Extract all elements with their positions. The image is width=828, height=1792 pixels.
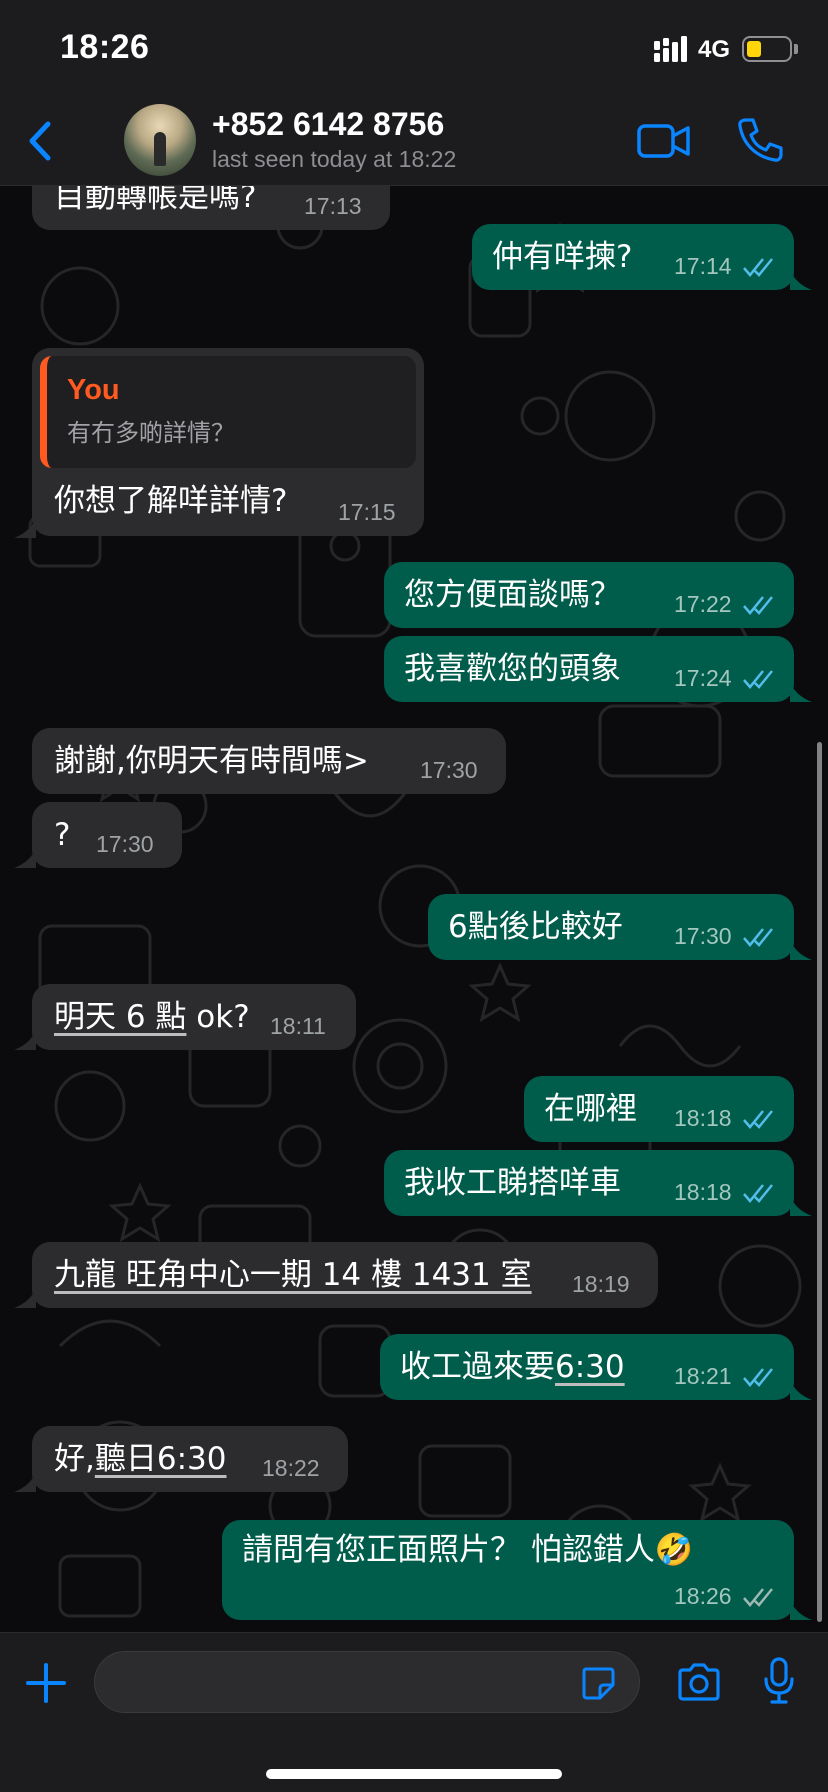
quoted-message-text: 有冇多啲詳情？ bbox=[67, 419, 235, 447]
message-text: 好,聽日6:30 bbox=[54, 1426, 226, 1492]
status-bar: 18:26 4G bbox=[0, 0, 828, 96]
message-time: 18:18 bbox=[674, 1179, 732, 1205]
read-receipt-icon bbox=[743, 1184, 773, 1203]
bubble-tail bbox=[14, 1288, 36, 1308]
read-receipt-icon bbox=[743, 1110, 773, 1129]
message-time: 18:26 bbox=[674, 1583, 732, 1609]
message-time: 18:18 bbox=[674, 1105, 732, 1131]
message-text: 謝謝,你明天有時間嗎> bbox=[54, 743, 369, 779]
message-text: 我收工睇搭咩車 bbox=[404, 1165, 621, 1201]
chat-header: +852 6142 8756 last seen today at 18:22 bbox=[0, 96, 828, 186]
bubble-tail bbox=[14, 1472, 36, 1492]
bubble-tail bbox=[790, 270, 812, 290]
phone-icon[interactable] bbox=[736, 116, 784, 164]
scrollbar[interactable] bbox=[817, 742, 822, 1622]
message-time: 18:22 bbox=[262, 1455, 320, 1481]
message-text-tail: ok? bbox=[186, 999, 250, 1035]
message-text: 明天 6 點 ok? bbox=[54, 984, 250, 1050]
message-time: 18:21 bbox=[674, 1363, 732, 1389]
message-bubble-outgoing[interactable]: 我喜歡您的頭象 17:24 bbox=[384, 636, 794, 702]
message-bubble-incoming-reply[interactable]: You 有冇多啲詳情？ 你想了解咩詳情? 17:15 bbox=[32, 348, 424, 536]
battery-cap bbox=[794, 44, 798, 54]
message-text-head: 好, bbox=[54, 1441, 95, 1477]
message-bubble-outgoing[interactable]: 您方便面談嗎？ 17:22 bbox=[384, 562, 794, 628]
message-text: 仲有咩揀? bbox=[492, 239, 633, 275]
time-link[interactable]: 聽日6:30 bbox=[95, 1441, 227, 1477]
chat-area[interactable]: 目動轉帳是嗎? 17:13 仲有咩揀? 17:14 You 有冇多啲詳情？ 你想… bbox=[0, 186, 828, 1632]
last-seen-status: last seen today at 18:22 bbox=[212, 146, 457, 172]
signal-strength-icon bbox=[654, 36, 687, 62]
video-camera-icon[interactable] bbox=[636, 118, 692, 164]
message-bubble-outgoing[interactable]: 在哪裡 18:18 bbox=[524, 1076, 794, 1142]
message-time: 18:19 bbox=[572, 1271, 630, 1297]
avatar[interactable] bbox=[124, 104, 196, 176]
bubble-tail bbox=[790, 1380, 812, 1400]
battery-icon bbox=[742, 36, 792, 62]
message-text: 在哪裡 bbox=[544, 1091, 637, 1127]
plus-icon[interactable] bbox=[24, 1661, 68, 1705]
message-text: 九龍 旺角中心一期 14 樓 1431 室 bbox=[54, 1242, 532, 1308]
message-composer bbox=[0, 1632, 828, 1792]
contact-name[interactable]: +852 6142 8756 bbox=[212, 106, 444, 143]
status-time: 18:26 bbox=[60, 28, 150, 66]
message-bubble-outgoing[interactable]: 6點後比較好 17:30 bbox=[428, 894, 794, 960]
bubble-tail bbox=[790, 682, 812, 702]
message-text: 您方便面談嗎？ bbox=[404, 577, 621, 613]
message-time: 17:30 bbox=[674, 923, 732, 949]
battery-level-fill bbox=[747, 41, 761, 57]
time-link[interactable]: 6:30 bbox=[555, 1349, 625, 1385]
bubble-tail bbox=[14, 848, 36, 868]
date-link[interactable]: 明天 6 點 bbox=[54, 999, 186, 1035]
message-time: 17:14 bbox=[674, 253, 732, 279]
message-bubble-incoming[interactable]: 好,聽日6:30 18:22 bbox=[32, 1426, 348, 1492]
message-text: 收工過來要6:30 bbox=[400, 1334, 625, 1400]
message-time: 17:30 bbox=[420, 757, 478, 783]
message-bubble-outgoing[interactable]: 收工過來要6:30 18:21 bbox=[380, 1334, 794, 1400]
message-text-head: 收工過來要 bbox=[400, 1349, 555, 1385]
read-receipt-icon bbox=[743, 670, 773, 689]
microphone-icon[interactable] bbox=[762, 1657, 796, 1705]
message-text: 我喜歡您的頭象 bbox=[404, 651, 621, 687]
message-text: ? bbox=[54, 817, 71, 853]
avatar-photo bbox=[154, 132, 166, 166]
message-time: 17:24 bbox=[674, 665, 732, 691]
bubble-tail bbox=[790, 1196, 812, 1216]
bubble-tail bbox=[14, 1030, 36, 1050]
message-input[interactable] bbox=[94, 1651, 640, 1713]
message-time: 17:15 bbox=[338, 499, 396, 525]
message-text: 目動轉帳是嗎? bbox=[54, 186, 257, 215]
message-bubble-incoming[interactable]: ? 17:30 bbox=[32, 802, 182, 868]
quoted-message[interactable]: You 有冇多啲詳情？ bbox=[40, 356, 416, 468]
message-bubble-outgoing[interactable]: 仲有咩揀? 17:14 bbox=[472, 224, 794, 290]
quoted-message-author: You bbox=[67, 374, 120, 406]
bubble-tail bbox=[790, 1600, 812, 1620]
message-time: 17:13 bbox=[304, 193, 362, 219]
message-bubble-incoming[interactable]: 明天 6 點 ok? 18:11 bbox=[32, 984, 356, 1050]
sticker-icon[interactable] bbox=[580, 1665, 616, 1701]
read-receipt-icon bbox=[743, 1368, 773, 1387]
bubble-tail bbox=[790, 940, 812, 960]
read-receipt-icon bbox=[743, 258, 773, 277]
message-time: 17:30 bbox=[96, 831, 154, 857]
camera-icon[interactable] bbox=[676, 1661, 722, 1703]
delivered-receipt-icon bbox=[743, 1588, 773, 1607]
bubble-tail bbox=[14, 518, 36, 538]
chevron-left-icon[interactable] bbox=[22, 116, 58, 166]
message-text: 6點後比較好 bbox=[448, 909, 623, 945]
network-type-label: 4G bbox=[698, 36, 731, 63]
message-bubble-incoming[interactable]: 九龍 旺角中心一期 14 樓 1431 室 18:19 bbox=[32, 1242, 658, 1308]
read-receipt-icon bbox=[743, 596, 773, 615]
message-bubble-outgoing[interactable]: 請問有您正面照片？ 怕認錯人🤣 18:26 bbox=[222, 1520, 794, 1620]
message-bubble-incoming[interactable]: 目動轉帳是嗎? 17:13 bbox=[32, 186, 390, 230]
message-bubble-outgoing[interactable]: 我收工睇搭咩車 18:18 bbox=[384, 1150, 794, 1216]
message-bubble-incoming[interactable]: 謝謝,你明天有時間嗎> 17:30 bbox=[32, 728, 506, 794]
home-indicator[interactable] bbox=[266, 1769, 562, 1779]
message-time: 18:11 bbox=[270, 1013, 326, 1039]
message-text: 你想了解咩詳情? bbox=[54, 483, 288, 519]
message-text: 請問有您正面照片？ 怕認錯人🤣 bbox=[242, 1532, 694, 1568]
address-link[interactable]: 九龍 旺角中心一期 14 樓 1431 室 bbox=[54, 1257, 532, 1293]
message-time: 17:22 bbox=[674, 591, 732, 617]
read-receipt-icon bbox=[743, 928, 773, 947]
